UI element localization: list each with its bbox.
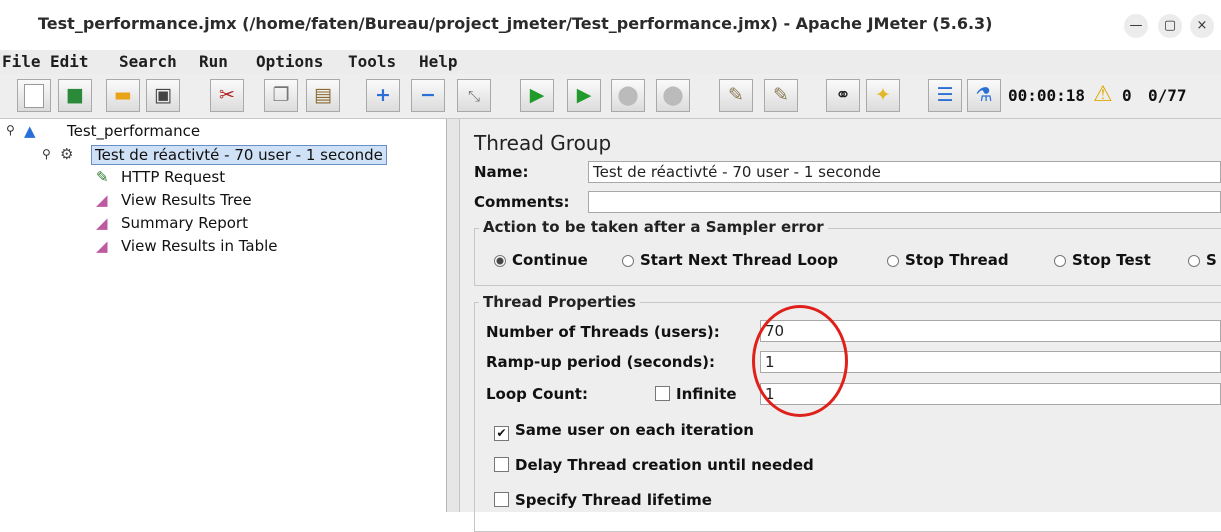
clear-all-icon[interactable]: ✎ xyxy=(764,79,798,112)
sampler-icon: ✎ xyxy=(96,168,109,186)
start-icon[interactable]: ▶ xyxy=(520,79,554,112)
radio-stop-test[interactable]: Stop Test xyxy=(1054,251,1151,269)
maximize-button[interactable]: ▢ xyxy=(1158,14,1182,38)
delay-thread-creation-checkbox[interactable]: Delay Thread creation until needed xyxy=(494,456,814,474)
error-count: 0 xyxy=(1122,86,1132,105)
start-no-pause-icon[interactable]: ▶ xyxy=(567,79,601,112)
menu-help[interactable]: Help xyxy=(419,52,458,71)
elapsed-time: 00:00:18 xyxy=(1008,86,1086,105)
expand-icon[interactable]: + xyxy=(366,79,400,112)
menu-run[interactable]: Run xyxy=(199,52,228,71)
paste-icon[interactable]: ▤ xyxy=(306,79,340,112)
radio-continue[interactable]: Continue xyxy=(494,251,588,269)
specify-lifetime-checkbox[interactable]: Specify Thread lifetime xyxy=(494,491,712,509)
templates-icon[interactable]: ■ xyxy=(58,79,92,112)
split-pane-divider[interactable] xyxy=(447,119,460,512)
tree-node-test-plan[interactable]: Test_performance xyxy=(67,122,200,140)
toggle-icon[interactable]: ⤡ xyxy=(457,79,491,112)
infinite-checkbox[interactable]: Infinite xyxy=(655,385,737,403)
warning-icon[interactable]: ⚠ xyxy=(1093,82,1113,107)
menu-bar: File Edit Search Run Options Tools Help xyxy=(0,50,1221,74)
menu-edit[interactable]: Edit xyxy=(50,52,89,71)
same-user-checkbox[interactable]: ✔ Same user on each iteration xyxy=(494,421,754,441)
comments-field[interactable] xyxy=(588,191,1221,213)
function-helper-icon[interactable]: ☰ xyxy=(928,79,962,112)
name-label: Name: xyxy=(474,163,529,181)
copy-icon[interactable]: ❐ xyxy=(264,79,298,112)
rampup-label: Ramp-up period (seconds): xyxy=(486,353,715,371)
save-icon[interactable]: ▣ xyxy=(146,79,180,112)
name-field[interactable]: Test de réactivté - 70 user - 1 seconde xyxy=(588,161,1221,183)
tree-node-summary-report[interactable]: Summary Report xyxy=(121,214,248,232)
toolbar: ■ ▬ ▣ ✂ ❐ ▤ + − ⤡ ▶ ▶ ⬤ ⬤ ✎ ✎ ⚭ ✦ ☰ ⚗ 00… xyxy=(0,74,1221,119)
sampler-error-legend: Action to be taken after a Sampler error xyxy=(479,218,828,236)
search-icon[interactable]: ⚭ xyxy=(826,79,860,112)
gear-icon: ⚙ xyxy=(60,145,74,163)
tree-node-thread-group[interactable]: Test de réactivté - 70 user - 1 seconde xyxy=(91,145,387,165)
menu-options[interactable]: Options xyxy=(256,52,323,71)
radio-start-next-loop[interactable]: Start Next Thread Loop xyxy=(622,251,838,269)
panel-title: Thread Group xyxy=(474,131,612,155)
expand-handle-icon[interactable]: ⚲ xyxy=(42,147,51,161)
shutdown-icon[interactable]: ⬤ xyxy=(656,79,690,112)
collapse-icon[interactable]: − xyxy=(411,79,445,112)
active-threads: 0/77 xyxy=(1148,86,1187,105)
expand-handle-icon[interactable]: ⚲ xyxy=(6,123,15,137)
threads-label: Number of Threads (users): xyxy=(486,323,720,341)
new-icon[interactable] xyxy=(17,79,51,112)
thread-properties-legend: Thread Properties xyxy=(479,293,640,311)
window-titlebar: Test_performance.jmx (/home/faten/Bureau… xyxy=(0,0,1221,51)
menu-file[interactable]: File xyxy=(2,52,41,71)
listener-icon: ◢ xyxy=(96,237,108,255)
listener-icon: ◢ xyxy=(96,214,108,232)
listener-icon: ◢ xyxy=(96,191,108,209)
open-icon[interactable]: ▬ xyxy=(106,79,140,112)
red-highlight-circle xyxy=(752,305,848,417)
close-button[interactable]: × xyxy=(1190,14,1214,38)
menu-tools[interactable]: Tools xyxy=(348,52,396,71)
loop-count-label: Loop Count: xyxy=(486,385,588,403)
test-plan-icon: ▲ xyxy=(24,122,36,140)
comments-label: Comments: xyxy=(474,193,570,211)
clear-icon[interactable]: ✎ xyxy=(719,79,753,112)
test-plan-tree: ⚲ ▲ Test_performance ⚲ ⚙ Test de réactiv… xyxy=(0,119,447,512)
menu-search[interactable]: Search xyxy=(119,52,177,71)
window-title: Test_performance.jmx (/home/faten/Bureau… xyxy=(38,14,993,33)
radio-stop-test-now[interactable]: S xyxy=(1188,251,1217,269)
radio-stop-thread[interactable]: Stop Thread xyxy=(887,251,1009,269)
thread-group-panel: Thread Group Name: Test de réactivté - 7… xyxy=(460,119,1221,532)
tree-node-view-results-table[interactable]: View Results in Table xyxy=(121,237,278,255)
stop-icon[interactable]: ⬤ xyxy=(611,79,645,112)
minimize-button[interactable]: — xyxy=(1124,14,1148,38)
help-icon[interactable]: ⚗ xyxy=(967,79,1001,112)
cut-icon[interactable]: ✂ xyxy=(210,79,244,112)
tree-node-view-results-tree[interactable]: View Results Tree xyxy=(121,191,252,209)
tree-node-http-request[interactable]: HTTP Request xyxy=(121,168,225,186)
reset-search-icon[interactable]: ✦ xyxy=(866,79,900,112)
